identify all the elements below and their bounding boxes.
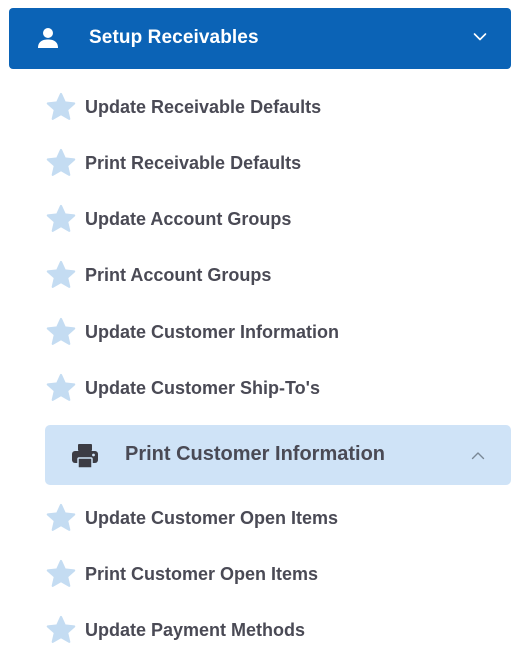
menu-item-label: Print Account Groups bbox=[85, 264, 272, 285]
menu-item-update-customer-information[interactable]: Update Customer Information bbox=[44, 314, 474, 350]
menu-item-print-receivable-defaults[interactable]: Print Receivable Defaults bbox=[44, 145, 474, 181]
menu-item-update-receivable-defaults[interactable]: Update Receivable Defaults bbox=[44, 89, 474, 125]
user-icon bbox=[38, 28, 58, 48]
printer-icon bbox=[72, 444, 98, 469]
print-customer-information-submenu[interactable]: Print Customer Information bbox=[45, 425, 511, 485]
menu-item-label: Update Receivable Defaults bbox=[85, 96, 322, 117]
menu-item-label: Update Payment Methods bbox=[85, 619, 306, 640]
star-icon bbox=[46, 92, 76, 120]
menu-item-label: Update Customer Ship-To's bbox=[85, 377, 320, 398]
chevron-down-icon[interactable] bbox=[473, 32, 487, 42]
star-icon bbox=[46, 615, 76, 643]
star-icon bbox=[46, 204, 76, 232]
star-icon bbox=[46, 260, 76, 288]
star-icon bbox=[46, 148, 76, 176]
menu-item-label: Print Receivable Defaults bbox=[85, 152, 302, 173]
menu-item-label: Update Customer Open Items bbox=[85, 507, 339, 528]
menu-item-update-customer-open-items[interactable]: Update Customer Open Items bbox=[44, 500, 474, 536]
star-icon bbox=[46, 317, 76, 345]
menu-item-label: Update Account Groups bbox=[85, 208, 292, 229]
menu-item-label: Update Customer Information bbox=[85, 321, 340, 342]
menu-item-update-account-groups[interactable]: Update Account Groups bbox=[44, 201, 474, 237]
menu-item-print-account-groups[interactable]: Print Account Groups bbox=[44, 257, 474, 293]
menu-item-update-payment-methods[interactable]: Update Payment Methods bbox=[44, 612, 474, 648]
star-icon bbox=[46, 373, 76, 401]
header-title: Setup Receivables bbox=[89, 27, 259, 48]
setup-receivables-header[interactable]: Setup Receivables bbox=[9, 8, 511, 69]
star-icon bbox=[46, 559, 76, 587]
menu-item-print-customer-open-items[interactable]: Print Customer Open Items bbox=[44, 556, 474, 592]
submenu-label: Print Customer Information bbox=[125, 443, 386, 465]
chevron-up-icon[interactable] bbox=[471, 451, 485, 460]
star-icon bbox=[46, 503, 76, 531]
menu-item-update-customer-ship-tos[interactable]: Update Customer Ship-To's bbox=[44, 370, 474, 406]
menu-item-label: Print Customer Open Items bbox=[85, 563, 319, 584]
